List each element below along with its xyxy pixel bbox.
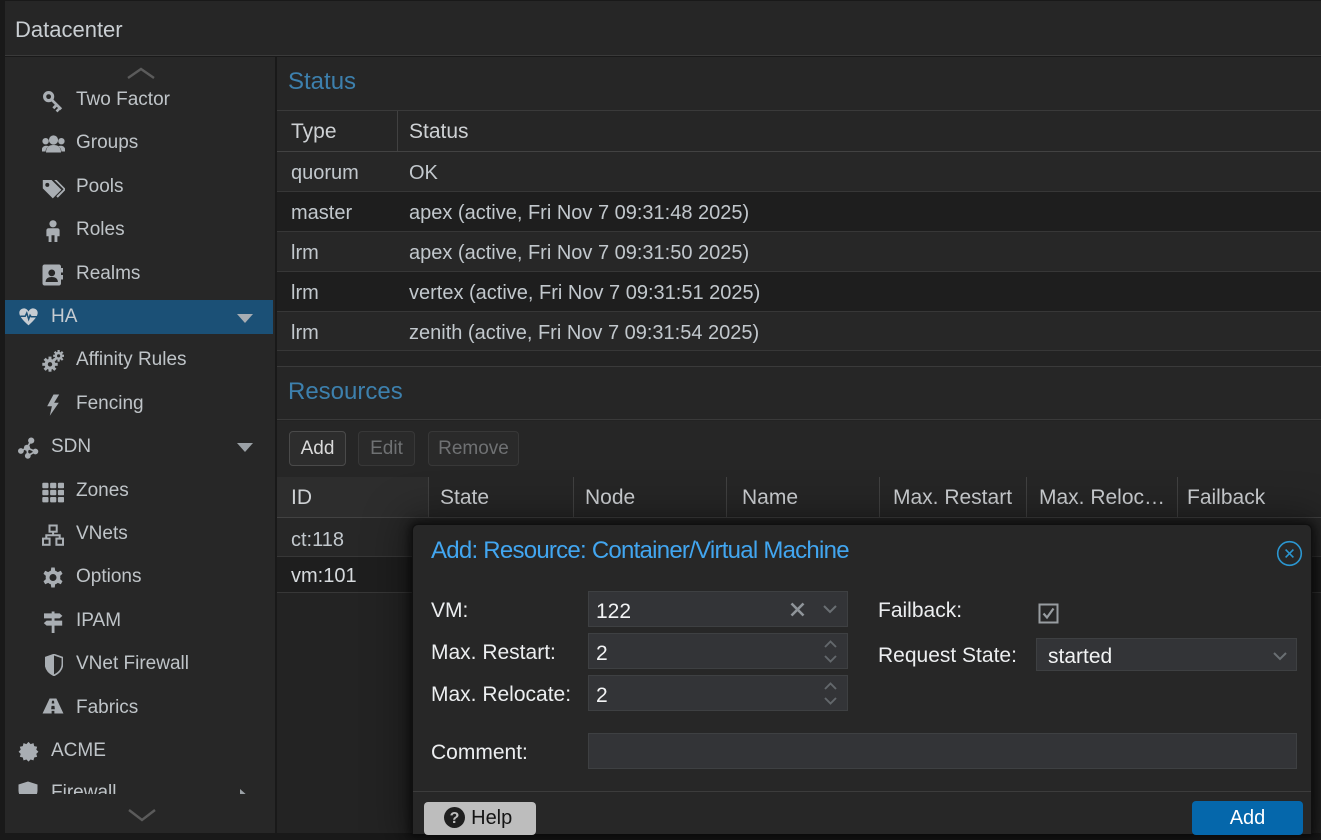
svg-text:?: ?: [449, 810, 459, 827]
